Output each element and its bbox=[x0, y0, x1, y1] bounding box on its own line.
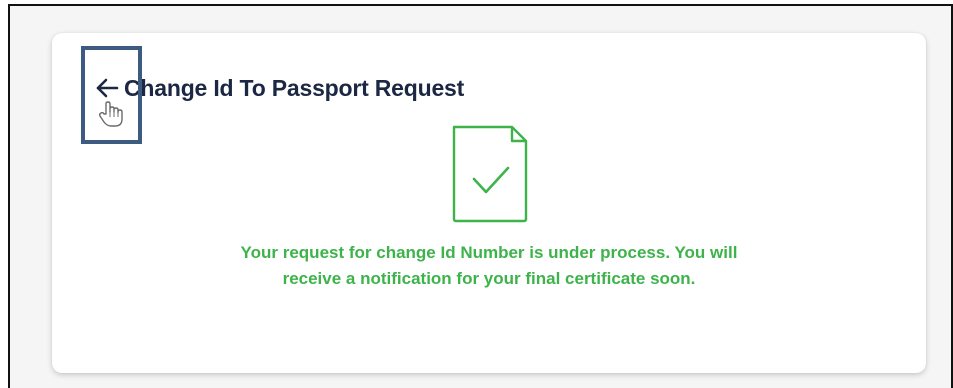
document-check-icon bbox=[450, 123, 530, 223]
hand-pointer-icon bbox=[98, 100, 124, 128]
viewport: Change Id To Passport Request Your reque… bbox=[8, 4, 953, 388]
request-status-card: Change Id To Passport Request Your reque… bbox=[52, 33, 926, 373]
status-message: Your request for change Id Number is und… bbox=[240, 243, 738, 288]
page-header: Change Id To Passport Request bbox=[92, 73, 464, 103]
highlight-box bbox=[81, 46, 142, 144]
page-title: Change Id To Passport Request bbox=[124, 74, 465, 101]
